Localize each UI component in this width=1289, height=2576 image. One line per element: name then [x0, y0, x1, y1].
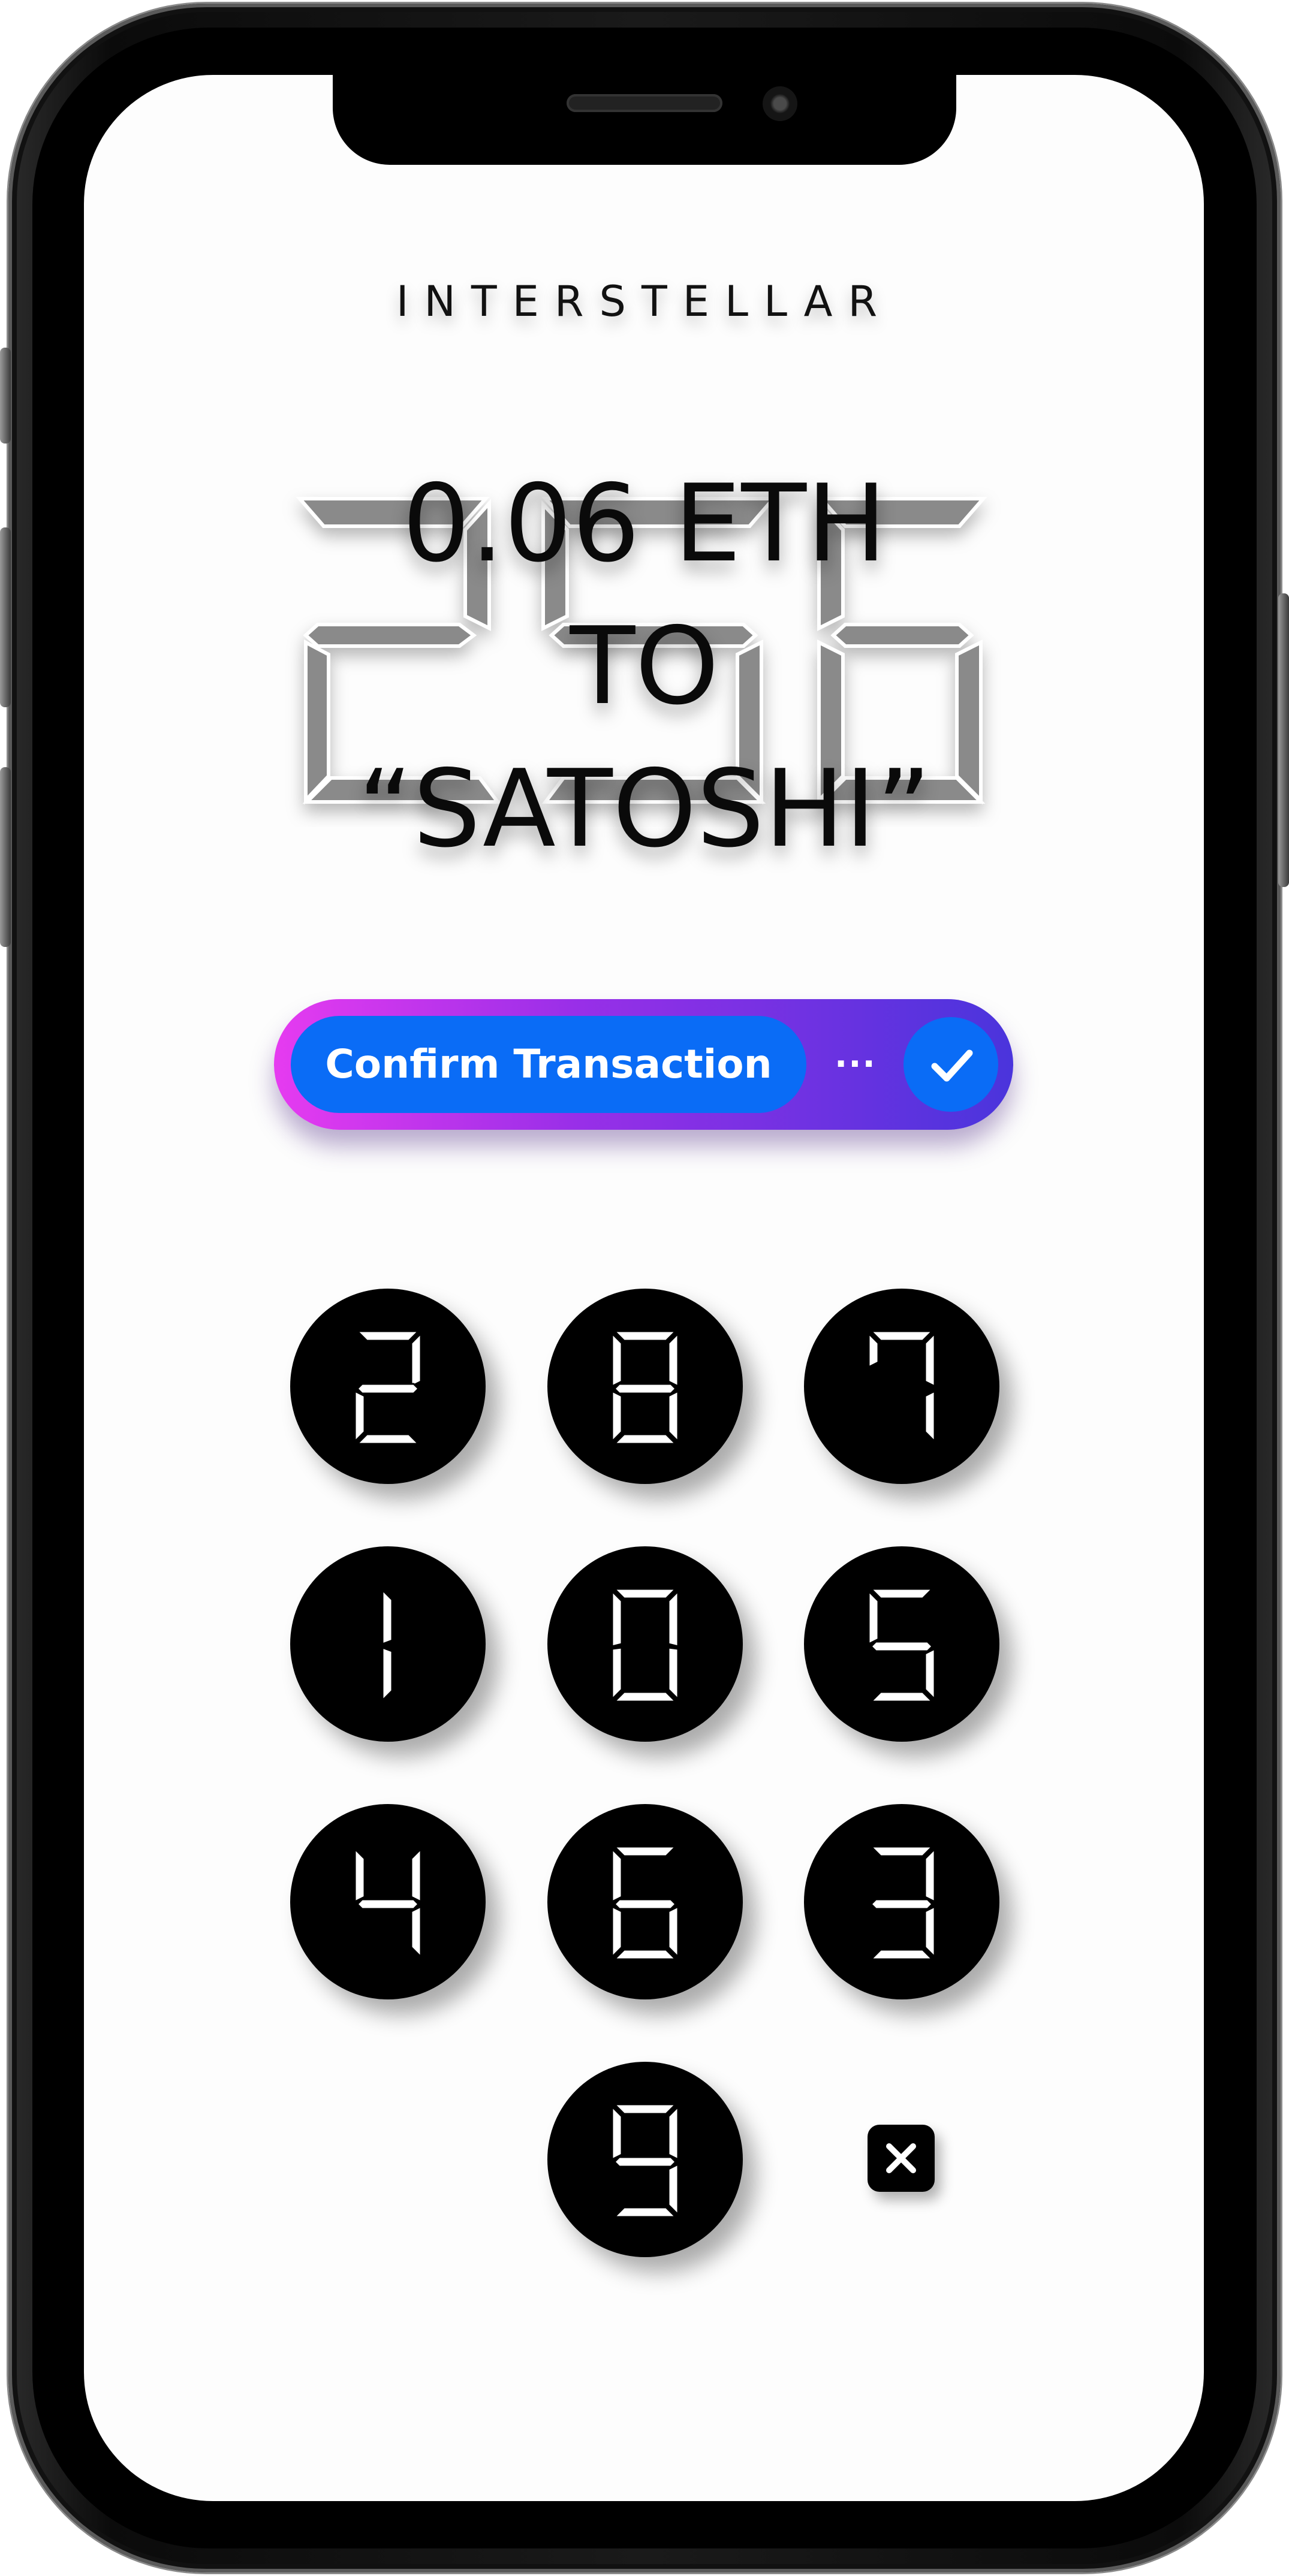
confirm-transaction-slider[interactable]: Confirm Transaction ···: [274, 999, 1013, 1130]
digit-1-glyph: [381, 1588, 393, 1703]
front-camera: [763, 86, 797, 121]
close-icon[interactable]: [868, 2125, 935, 2192]
transaction-summary: 0.06 ETH TO “SATOSHI”: [0, 453, 1289, 880]
keypad-key-1[interactable]: [290, 1546, 486, 1742]
keypad-key-6[interactable]: [547, 1804, 743, 1999]
keypad-key-0[interactable]: [547, 1546, 743, 1742]
brand-logo: INTERSTELLAR: [396, 277, 893, 326]
speaker: [567, 94, 722, 112]
notch: [333, 75, 956, 165]
digit-0-glyph: [611, 1588, 679, 1703]
digit-2-glyph: [354, 1330, 422, 1445]
keypad-key-7[interactable]: [804, 1289, 999, 1484]
transaction-recipient: “SATOSHI”: [357, 747, 932, 871]
keypad-key-2[interactable]: [290, 1289, 486, 1484]
keypad-key-5[interactable]: [804, 1546, 999, 1742]
transaction-amount: 0.06 ETH: [402, 461, 887, 586]
keypad-key-9[interactable]: [547, 2062, 743, 2257]
digit-7-glyph: [868, 1330, 936, 1444]
mute-switch: [0, 348, 11, 444]
keypad-key-4[interactable]: [290, 1804, 486, 1999]
digit-5-glyph: [868, 1588, 936, 1703]
digit-9-glyph: [611, 2103, 679, 2218]
confirm-transaction-button[interactable]: Confirm Transaction: [291, 1016, 806, 1113]
transaction-preposition: TO: [570, 604, 719, 728]
keypad-key-8[interactable]: [547, 1289, 743, 1484]
digit-8-glyph: [611, 1330, 679, 1445]
keypad-key-3[interactable]: [804, 1804, 999, 1999]
digit-6-glyph: [611, 1845, 679, 1960]
digit-4-glyph: [354, 1847, 422, 1959]
digit-3-glyph: [869, 1845, 936, 1960]
checkmark-icon[interactable]: [903, 1017, 998, 1112]
slider-dots: ···: [835, 1045, 877, 1084]
